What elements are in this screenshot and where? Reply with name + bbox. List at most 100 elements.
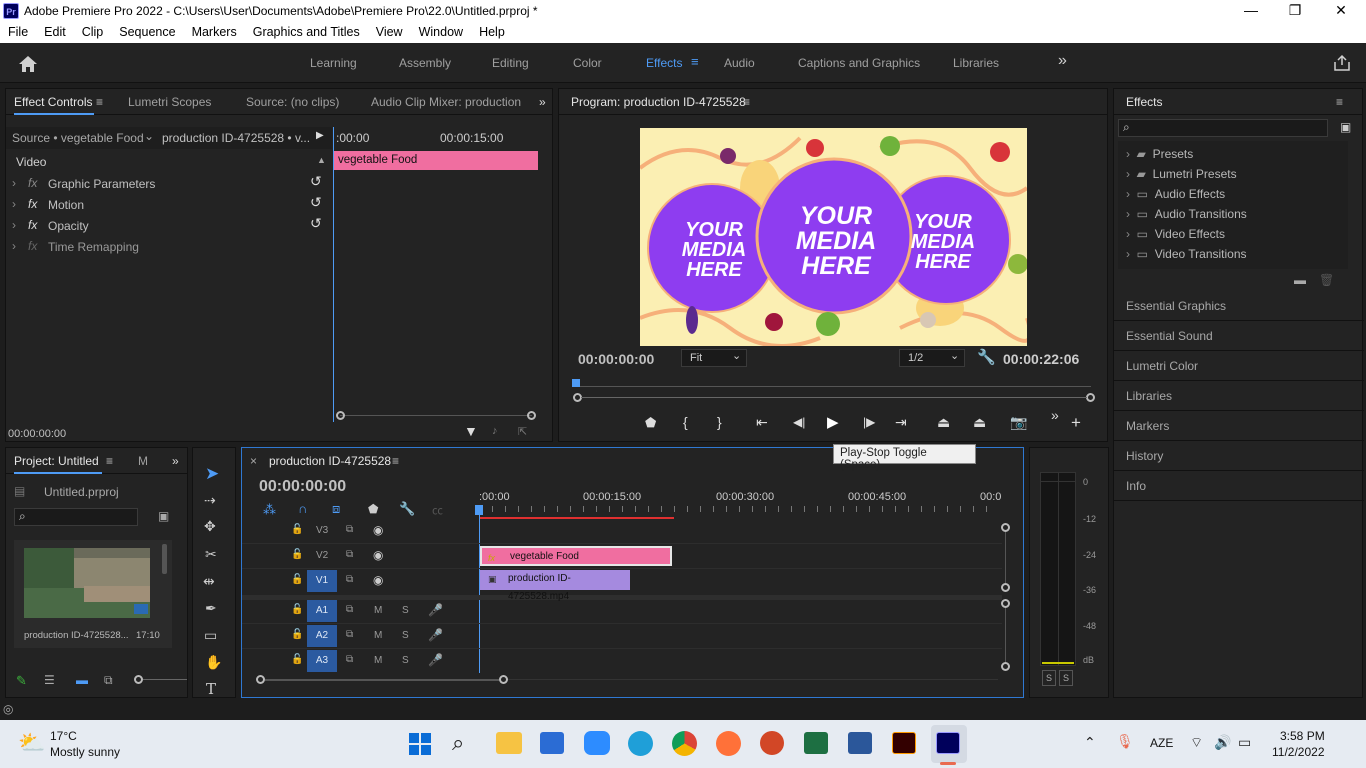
panel-overflow-icon[interactable]: » xyxy=(172,454,179,468)
menu-markers[interactable]: Markers xyxy=(184,23,245,43)
solo-button[interactable]: S xyxy=(402,655,409,666)
menu-graphics-titles[interactable]: Graphics and Titles xyxy=(245,23,368,43)
find-icon[interactable]: ▣ xyxy=(158,509,169,523)
trash-icon[interactable]: 🗑 xyxy=(1319,273,1334,287)
tab-project[interactable]: Project: Untitled xyxy=(14,454,99,468)
panel-menu-icon[interactable]: ≡ xyxy=(1336,95,1343,109)
button-editor-overflow-icon[interactable]: » xyxy=(1051,407,1059,423)
workspace-overflow-button[interactable]: » xyxy=(1058,52,1067,70)
search-icon[interactable]: ⌕ xyxy=(452,730,464,756)
go-to-in-icon[interactable]: ⇤ xyxy=(756,414,768,431)
eye-icon[interactable]: ◉ xyxy=(373,548,383,562)
source-selector[interactable]: Source • vegetable Food xyxy=(12,131,144,145)
premiere-taskbar-icon[interactable] xyxy=(936,732,960,754)
workspace-editing[interactable]: Editing xyxy=(492,56,529,70)
sync-lock-icon[interactable]: ⧉ xyxy=(346,524,353,535)
windows-start-icon[interactable] xyxy=(408,732,432,756)
share-icon[interactable] xyxy=(1333,54,1351,72)
sequence-clip-label[interactable]: production ID-4725528 • v... xyxy=(162,131,310,145)
ec-zoom-bar[interactable] xyxy=(340,415,532,416)
add-marker-icon[interactable]: ⬟ xyxy=(645,415,656,431)
chevron-down-icon[interactable]: ⌄ xyxy=(144,129,154,143)
word-icon[interactable] xyxy=(848,732,872,754)
chevron-up-icon[interactable]: ⌃ xyxy=(1084,734,1096,751)
mic-icon[interactable]: 🎤 xyxy=(428,653,443,667)
expand-arrow-icon[interactable]: › xyxy=(12,239,16,253)
workspace-learning[interactable]: Learning xyxy=(310,56,357,70)
track-target-v1[interactable]: V1 xyxy=(307,570,337,592)
effects-search-input[interactable]: ⌕ xyxy=(1118,119,1328,137)
panel-menu-icon[interactable]: ≡ xyxy=(106,454,113,468)
audio-loop-icon[interactable]: ♪ xyxy=(492,425,498,437)
clock-date[interactable]: 11/2/2022 xyxy=(1272,745,1325,759)
panel-essential-sound[interactable]: Essential Sound xyxy=(1114,321,1364,351)
menu-view[interactable]: View xyxy=(368,23,411,43)
ripple-edit-tool-icon[interactable]: ✥ xyxy=(204,518,216,535)
expand-arrow-icon[interactable]: › xyxy=(12,218,16,232)
battery-icon[interactable]: ▭ xyxy=(1238,734,1251,751)
expand-arrow-icon[interactable]: › xyxy=(12,197,16,211)
video-scroll-bottom[interactable] xyxy=(1001,583,1010,592)
eye-icon[interactable]: ◉ xyxy=(373,523,383,537)
menu-file[interactable]: File xyxy=(0,23,36,43)
maximize-button[interactable]: ❐ xyxy=(1272,2,1318,19)
chrome-icon[interactable] xyxy=(672,731,697,756)
menu-help[interactable]: Help xyxy=(471,23,513,43)
illustrator-icon[interactable] xyxy=(892,732,916,754)
project-clip-item[interactable]: production ID-4725528... 17:10 xyxy=(14,540,172,648)
effects-title[interactable]: Effects xyxy=(1126,95,1162,109)
lock-icon[interactable]: 🔓 xyxy=(291,654,303,665)
timeline-hscroll-left[interactable] xyxy=(256,675,265,684)
eye-icon[interactable]: ◉ xyxy=(373,573,383,587)
panel-overflow-icon[interactable]: » xyxy=(539,95,546,109)
mic-icon[interactable]: 🎙 xyxy=(1116,733,1134,750)
audio-scroll-bottom[interactable] xyxy=(1001,662,1010,671)
panel-menu-icon[interactable]: ≡ xyxy=(743,95,750,109)
sync-lock-icon[interactable]: ⧉ xyxy=(346,604,353,615)
track-target-a3[interactable]: A3 xyxy=(307,650,337,672)
reset-icon[interactable]: ↺ xyxy=(310,194,322,211)
program-zoom-right[interactable] xyxy=(1086,393,1095,402)
timeline-tab[interactable]: production ID-4725528 xyxy=(269,454,391,468)
effects-folder-video-effects[interactable]: › ▭ Video Effects xyxy=(1126,227,1225,241)
close-tab-icon[interactable]: × xyxy=(250,454,257,468)
clock-time[interactable]: 3:58 PM xyxy=(1280,729,1325,743)
new-bin-icon[interactable]: ▣ xyxy=(1340,120,1351,134)
mic-icon[interactable]: 🎤 xyxy=(428,603,443,617)
step-back-icon[interactable]: ◀| xyxy=(793,415,805,429)
track-select-tool-icon[interactable]: ⇢ xyxy=(204,492,216,509)
powerpoint-icon[interactable] xyxy=(760,731,784,755)
sync-lock-icon[interactable]: ⧉ xyxy=(346,574,353,585)
wrench-icon[interactable]: 🔧 xyxy=(399,501,415,517)
freeform-view-icon[interactable]: ⧉ xyxy=(104,673,113,688)
lock-icon[interactable]: 🔓 xyxy=(291,604,303,615)
language-indicator[interactable]: AZE xyxy=(1150,736,1173,750)
mark-out-icon[interactable]: } xyxy=(717,414,722,430)
video-scroll-top[interactable] xyxy=(1001,523,1010,532)
linked-selection-icon[interactable]: ⧈ xyxy=(332,501,340,517)
sync-lock-icon[interactable]: ⧉ xyxy=(346,629,353,640)
program-title[interactable]: Program: production ID-4725528 xyxy=(571,95,746,109)
reset-icon[interactable]: ↺ xyxy=(310,215,322,232)
effects-folder-video-transitions[interactable]: › ▭ Video Transitions xyxy=(1126,247,1247,261)
step-forward-icon[interactable]: |▶ xyxy=(863,415,875,429)
firefox-icon[interactable] xyxy=(716,731,741,756)
tab-effect-controls[interactable]: Effect Controls xyxy=(14,95,92,109)
panel-lumetri-color[interactable]: Lumetri Color xyxy=(1114,351,1364,381)
list-view-icon[interactable]: ☰ xyxy=(44,673,55,687)
weather-icon[interactable]: ⛅ xyxy=(18,730,45,756)
panel-info[interactable]: Info xyxy=(1114,471,1364,501)
timeline-hscroll-bar[interactable] xyxy=(265,679,499,681)
export-icon[interactable]: ⇱ xyxy=(518,425,527,438)
sync-lock-icon[interactable]: ⧉ xyxy=(346,654,353,665)
panel-menu-icon[interactable]: ≡ xyxy=(96,95,103,109)
panel-menu-icon[interactable]: ≡ xyxy=(392,454,399,468)
volume-icon[interactable]: 🔊 xyxy=(1214,734,1231,751)
tab-audio-clip-mixer[interactable]: Audio Clip Mixer: production xyxy=(371,95,521,109)
ec-zoom-handle-left[interactable] xyxy=(336,411,345,420)
resolution-dropdown[interactable]: 1/2 ⌄ xyxy=(899,349,965,367)
type-tool-icon[interactable]: T xyxy=(206,680,216,698)
icon-view-icon[interactable]: ▬ xyxy=(76,673,88,687)
workspace-assembly[interactable]: Assembly xyxy=(399,56,451,70)
tab-source[interactable]: Source: (no clips) xyxy=(246,95,339,109)
